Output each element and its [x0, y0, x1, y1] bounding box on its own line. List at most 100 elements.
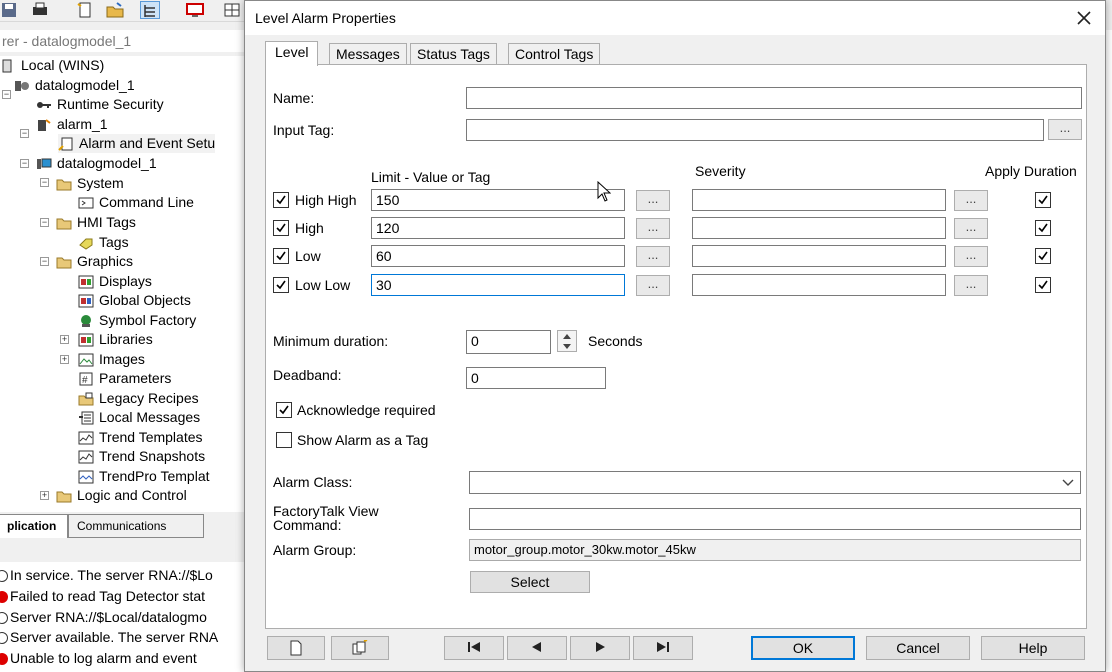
expand-toggle[interactable]: −: [2, 90, 11, 99]
low-low-severity-browse-button[interactable]: ...: [954, 275, 988, 296]
alarm-class-dropdown[interactable]: [469, 471, 1081, 494]
tree-item-symbol-factory[interactable]: Symbol Factory: [78, 311, 196, 330]
expand-toggle[interactable]: +: [60, 355, 69, 364]
log-row[interactable]: Unable to log alarm and event: [0, 648, 197, 669]
ftv-command-label: FactoryTalk View Command:: [273, 504, 379, 532]
ftv-command-input[interactable]: [469, 508, 1081, 530]
name-input[interactable]: [466, 87, 1082, 109]
high-high-severity-input[interactable]: [692, 189, 946, 211]
low-low-severity-input[interactable]: [692, 274, 946, 296]
high-high-checkbox[interactable]: [273, 192, 289, 208]
tree-item-alarm-server[interactable]: alarm_1: [36, 115, 108, 134]
log-row[interactable]: In service. The server RNA://$Lo: [0, 565, 213, 586]
low-severity-input[interactable]: [692, 245, 946, 267]
tree-item-trendpro-templates[interactable]: TrendPro Templat: [78, 467, 210, 486]
cancel-button[interactable]: Cancel: [866, 636, 970, 660]
new-icon[interactable]: [75, 1, 95, 19]
tree-item-trend-templates[interactable]: Trend Templates: [78, 428, 203, 447]
tab-control-tags[interactable]: Control Tags: [508, 43, 601, 65]
tree-item-graphics[interactable]: Graphics: [56, 252, 133, 271]
show-alarm-as-tag-checkbox[interactable]: [276, 432, 292, 448]
spin-down-icon[interactable]: [558, 341, 576, 351]
select-button[interactable]: Select: [470, 571, 590, 593]
high-limit-browse-button[interactable]: ...: [636, 218, 670, 239]
tree-item-local[interactable]: Local (WINS): [0, 56, 104, 75]
tree-item-global-objects[interactable]: Global Objects: [78, 291, 191, 310]
tree-item-images[interactable]: Images: [78, 350, 145, 369]
input-tag-browse-button[interactable]: ...: [1048, 119, 1082, 140]
low-limit-input[interactable]: 60: [371, 245, 625, 267]
ok-button[interactable]: OK: [751, 636, 855, 660]
tree-item-parameters[interactable]: # Parameters: [78, 369, 171, 388]
tree-item-hmi-tags[interactable]: HMI Tags: [56, 213, 136, 232]
log-row[interactable]: Failed to read Tag Detector stat: [0, 586, 205, 607]
help-button[interactable]: Help: [981, 636, 1085, 660]
tab-messages[interactable]: Messages: [329, 43, 407, 65]
low-severity-browse-button[interactable]: ...: [954, 246, 988, 267]
expand-toggle[interactable]: +: [40, 491, 49, 500]
tab-communications[interactable]: Communications: [68, 514, 204, 538]
minimum-duration-input[interactable]: 0: [466, 330, 551, 354]
tree-item-local-messages[interactable]: Local Messages: [78, 408, 200, 427]
tree-item-application[interactable]: datalogmodel_1: [14, 76, 135, 95]
minimum-duration-spinner[interactable]: [557, 330, 577, 352]
expand-toggle[interactable]: −: [40, 178, 49, 187]
acknowledge-required-checkbox[interactable]: [276, 402, 292, 418]
open-icon[interactable]: [105, 1, 125, 19]
new-alarm-button[interactable]: [267, 636, 325, 660]
tree-item-runtime-security[interactable]: Runtime Security: [36, 95, 164, 114]
tab-application[interactable]: plication: [0, 514, 68, 538]
low-checkbox[interactable]: [273, 248, 289, 264]
expand-toggle[interactable]: +: [60, 335, 69, 344]
tree-item-displays[interactable]: Displays: [78, 272, 152, 291]
tree-item-tags[interactable]: Tags: [78, 233, 129, 252]
low-low-limit-browse-button[interactable]: ...: [636, 275, 670, 296]
show-alarm-as-tag-label: Show Alarm as a Tag: [297, 432, 429, 448]
low-limit-browse-button[interactable]: ...: [636, 246, 670, 267]
tab-status-tags[interactable]: Status Tags: [410, 43, 497, 65]
high-high-limit-input[interactable]: 150: [371, 189, 625, 211]
copy-alarm-button[interactable]: [331, 636, 389, 660]
tree-view-icon[interactable]: [140, 1, 160, 19]
spin-up-icon[interactable]: [558, 331, 576, 341]
grid-icon[interactable]: [222, 1, 242, 19]
display-toolbar-icon[interactable]: [185, 1, 205, 19]
high-severity-browse-button[interactable]: ...: [954, 218, 988, 239]
save-icon[interactable]: [0, 1, 20, 19]
high-limit-input[interactable]: 120: [371, 217, 625, 239]
high-high-limit-browse-button[interactable]: ...: [636, 190, 670, 211]
tree-item-command-line[interactable]: Command Line: [78, 193, 194, 212]
high-severity-input[interactable]: [692, 217, 946, 239]
expand-toggle[interactable]: −: [20, 159, 29, 168]
dialog-titlebar[interactable]: Level Alarm Properties: [245, 1, 1105, 35]
low-low-limit-input[interactable]: 30: [371, 274, 625, 296]
close-icon[interactable]: [1075, 9, 1093, 27]
log-row[interactable]: Server RNA://$Local/datalogmo: [0, 607, 207, 628]
high-high-severity-browse-button[interactable]: ...: [954, 190, 988, 211]
high-apply-duration-checkbox[interactable]: [1035, 220, 1051, 236]
tree-item-logic-and-control[interactable]: Logic and Control: [56, 486, 187, 505]
low-low-apply-duration-checkbox[interactable]: [1035, 277, 1051, 293]
deadband-input[interactable]: 0: [466, 367, 606, 389]
tree-item-hmi-server[interactable]: datalogmodel_1: [36, 154, 157, 173]
expand-toggle[interactable]: −: [40, 218, 49, 227]
tree-item-trend-snapshots[interactable]: Trend Snapshots: [78, 447, 205, 466]
print-icon[interactable]: [30, 1, 50, 19]
low-apply-duration-checkbox[interactable]: [1035, 248, 1051, 264]
first-record-button[interactable]: [444, 636, 504, 660]
tree-item-alarm-setup[interactable]: Alarm and Event Setu: [58, 134, 216, 153]
log-row[interactable]: Server available. The server RNA: [0, 627, 218, 648]
input-tag-input[interactable]: [466, 119, 1044, 141]
high-checkbox[interactable]: [273, 220, 289, 236]
high-high-apply-duration-checkbox[interactable]: [1035, 192, 1051, 208]
expand-toggle[interactable]: −: [40, 257, 49, 266]
expand-toggle[interactable]: −: [20, 129, 29, 138]
previous-record-button[interactable]: [507, 636, 567, 660]
tree-item-system[interactable]: System: [56, 174, 124, 193]
low-low-checkbox[interactable]: [273, 277, 289, 293]
tree-item-legacy-recipes[interactable]: Legacy Recipes: [78, 389, 199, 408]
last-record-button[interactable]: [633, 636, 693, 660]
tab-level[interactable]: Level: [265, 41, 319, 66]
tree-item-libraries[interactable]: Libraries: [78, 330, 153, 349]
next-record-button[interactable]: [570, 636, 630, 660]
